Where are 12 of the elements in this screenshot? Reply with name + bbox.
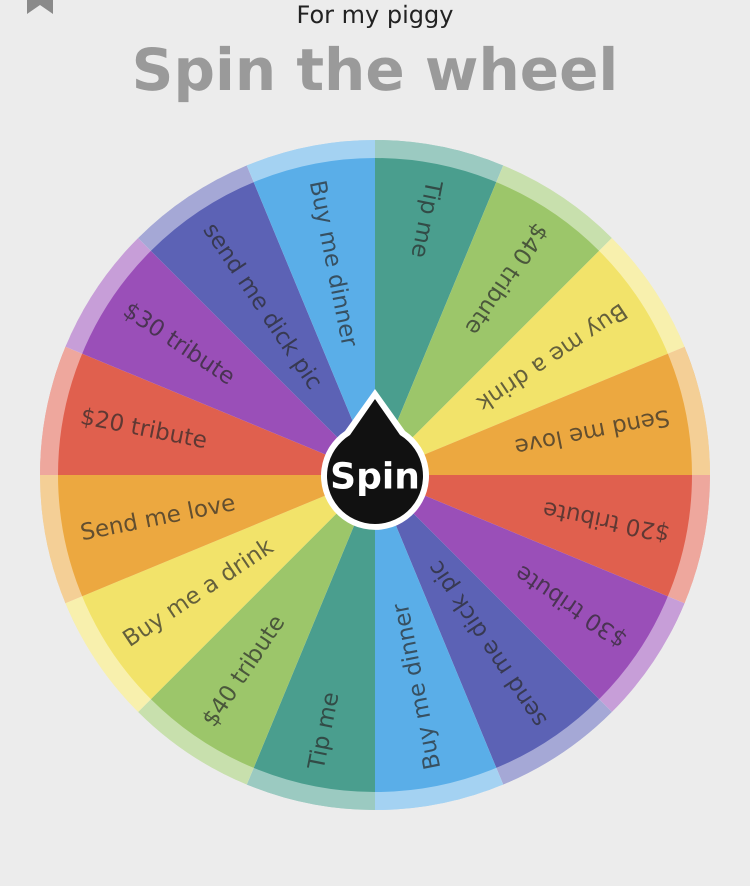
segment-label: Send me love (78, 490, 238, 546)
segment-label: Tip me (406, 178, 446, 260)
page-title: For my piggy (296, 0, 454, 30)
segment-label: $20 tribute (78, 404, 210, 454)
segment-label: Tip me (304, 690, 344, 772)
spin-button[interactable]: Spin (321, 389, 429, 530)
segment-label: Send me love (512, 404, 672, 460)
segment-label: $20 tribute (540, 496, 672, 546)
heading: Spin the wheel (132, 35, 618, 106)
segment-label: Buy me dinner (388, 601, 446, 772)
segment-label: Buy me dinner (304, 178, 362, 349)
bookmark-icon[interactable] (25, 0, 55, 14)
